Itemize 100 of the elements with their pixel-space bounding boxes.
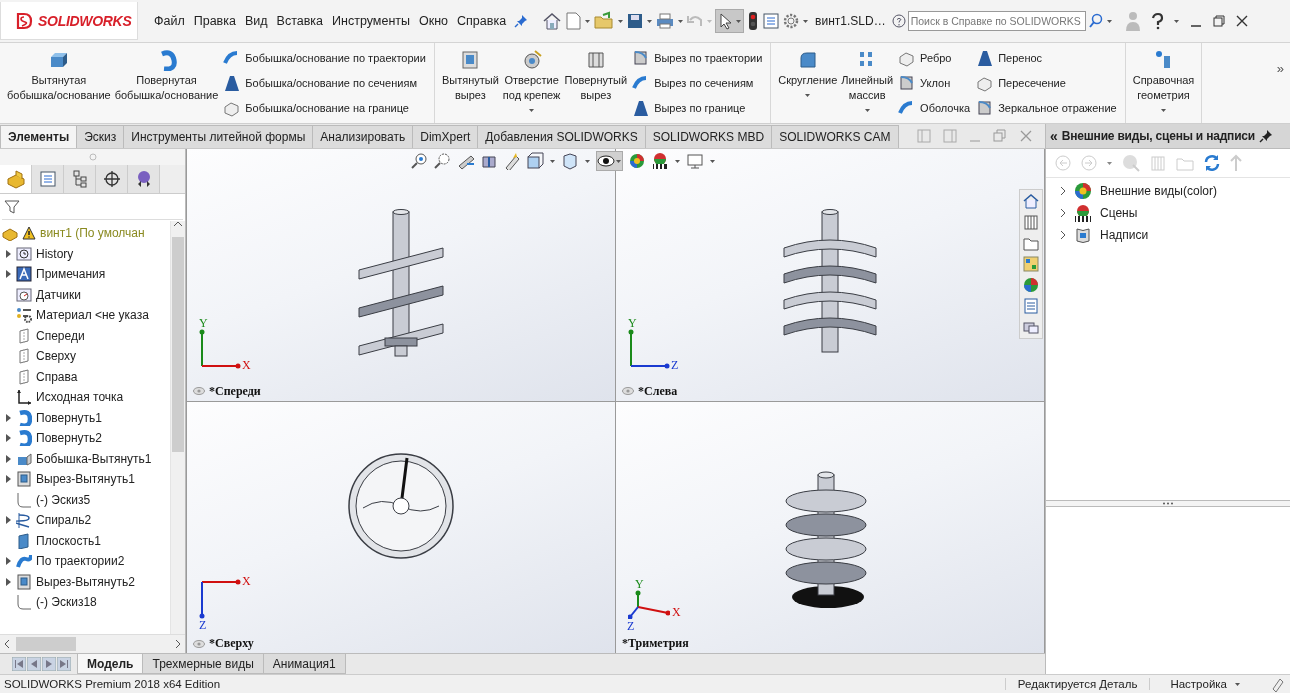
tab[interactable]: Анализировать: [312, 125, 414, 148]
ribbon-button[interactable]: Вырез по сечениям: [630, 73, 765, 93]
ribbon-button[interactable]: Зеркальное отражение: [974, 98, 1119, 119]
tab[interactable]: Анимация1: [262, 654, 346, 674]
overflow-button[interactable]: »: [1270, 43, 1290, 77]
ribbon-button[interactable]: Оболочка: [896, 98, 973, 119]
appearance-icon[interactable]: [628, 152, 646, 170]
eye-icon[interactable]: [193, 387, 205, 395]
feature-manager-tab[interactable]: [0, 165, 32, 193]
library-icon[interactable]: [1022, 213, 1040, 231]
gear-icon[interactable]: [782, 12, 801, 30]
help-circle-icon[interactable]: [891, 14, 906, 28]
tree-item[interactable]: Внешние виды(color): [1046, 180, 1290, 202]
help-icon[interactable]: [1149, 12, 1164, 30]
dynamic-annotation-icon[interactable]: [503, 152, 521, 170]
close-icon[interactable]: [1234, 14, 1249, 28]
ribbon-button[interactable]: Бобышка/основание по траектории: [221, 47, 428, 68]
tree-item[interactable]: Вырез-Вытянуть2: [0, 571, 170, 592]
display-manager-tab[interactable]: [128, 165, 160, 193]
tree-item[interactable]: (-) Эскиз18: [0, 592, 170, 613]
ribbon-button[interactable]: Уклон: [896, 73, 973, 93]
eye-icon[interactable]: [193, 639, 205, 648]
configuration-tab[interactable]: [64, 165, 96, 193]
settings-button[interactable]: Настройка: [1150, 678, 1270, 690]
tree-item[interactable]: Спираль2: [0, 510, 170, 531]
home-icon[interactable]: [542, 11, 563, 31]
tab[interactable]: Инструменты литейной формы: [123, 125, 314, 148]
folder-icon[interactable]: [593, 11, 616, 31]
tree-item[interactable]: Примечания: [0, 264, 170, 285]
tab[interactable]: SOLIDWORKS CAM: [771, 125, 899, 148]
view-pane[interactable]: Y Z *Слева: [616, 149, 1044, 401]
horizontal-scrollbar[interactable]: [0, 634, 185, 653]
tree-item[interactable]: Бобышка-Вытянуть1: [0, 448, 170, 469]
tab[interactable]: Элементы: [0, 125, 78, 148]
ribbon-button[interactable]: Отверстие под крепеж: [501, 45, 562, 121]
tree-item[interactable]: Материал <не указа: [0, 305, 170, 326]
search-field[interactable]: Поиск в Справке по SOLIDWORKS: [907, 11, 1086, 31]
menu-item[interactable]: Вид: [240, 11, 272, 31]
tree-root-item[interactable]: винт1 (По умолчан: [0, 223, 170, 244]
ribbon-button[interactable]: Вытянутая бобышка/основание: [6, 45, 112, 121]
last-icon[interactable]: [57, 657, 71, 671]
tree-item[interactable]: Вырез-Вытянуть1: [0, 469, 170, 490]
appearance-icon[interactable]: [1022, 276, 1040, 294]
ribbon-button[interactable]: Повернутая бобышка/основание: [113, 45, 220, 121]
display-style-icon[interactable]: [561, 152, 579, 170]
home-icon[interactable]: [1022, 192, 1040, 210]
ribbon-button[interactable]: Повернутый вырез: [563, 45, 629, 121]
ribbon-button[interactable]: Справочная геометрия: [1131, 45, 1196, 121]
tree-item[interactable]: Спереди: [0, 325, 170, 346]
monitor-icon[interactable]: [686, 152, 704, 170]
splitter-handle-icon[interactable]: [1162, 502, 1174, 505]
menu-item[interactable]: Вставка: [272, 11, 328, 31]
save-icon[interactable]: [626, 12, 645, 30]
tab[interactable]: Эскиз: [76, 125, 125, 148]
search-icon[interactable]: [1087, 13, 1104, 29]
handle-icon[interactable]: [88, 153, 97, 161]
ribbon-button[interactable]: Ребро: [896, 47, 973, 68]
logo-panel[interactable]: SOLIDWORKS: [0, 2, 138, 40]
tree-item[interactable]: Сцены: [1046, 202, 1290, 224]
refresh-icon[interactable]: [1203, 154, 1221, 172]
menu-item[interactable]: Справка: [453, 11, 511, 31]
tree-item[interactable]: Повернуть1: [0, 407, 170, 428]
view-orientation-icon[interactable]: [526, 152, 544, 170]
properties-icon[interactable]: [1022, 297, 1040, 315]
view-pane[interactable]: X Z *Сверху: [187, 401, 615, 653]
zoom-fit-icon[interactable]: [411, 152, 429, 170]
menu-item[interactable]: Правка: [189, 11, 240, 31]
view-pane[interactable]: Y X Z *Триметрия: [616, 401, 1044, 653]
tree-item[interactable]: Датчики: [0, 284, 170, 305]
property-manager-tab[interactable]: [32, 165, 64, 193]
tab[interactable]: DimXpert: [412, 125, 479, 148]
tree-item[interactable]: Надписи: [1046, 224, 1290, 246]
collapse-button[interactable]: «: [1050, 128, 1058, 144]
tree-item[interactable]: Плоскость1: [0, 530, 170, 551]
ribbon-button[interactable]: Вытянутый вырез: [440, 45, 500, 121]
first-icon[interactable]: [12, 657, 26, 671]
hide-show-button[interactable]: [596, 151, 623, 171]
vertical-scrollbar[interactable]: [170, 221, 185, 634]
restore-icon[interactable]: [1211, 14, 1226, 28]
tree-item[interactable]: По траектории2: [0, 551, 170, 572]
zoom-area-icon[interactable]: [434, 152, 452, 170]
tab[interactable]: Модель: [77, 654, 144, 674]
scene-icon[interactable]: [651, 152, 669, 170]
ribbon-button[interactable]: Пересечение: [974, 73, 1119, 93]
printer-icon[interactable]: [655, 12, 676, 30]
menu-item[interactable]: Инструменты: [328, 11, 414, 31]
ribbon-button[interactable]: Вырез по границе: [630, 98, 765, 119]
eye-icon[interactable]: [622, 387, 634, 395]
ribbon-button[interactable]: Скругление: [777, 45, 839, 121]
dimxpert-tab[interactable]: [96, 165, 128, 193]
ribbon-button[interactable]: Вырез по траектории: [630, 47, 765, 68]
tab[interactable]: Трехмерные виды: [142, 654, 264, 674]
ribbon-button[interactable]: Бобышка/основание на границе: [221, 98, 428, 119]
select-button[interactable]: [715, 9, 745, 33]
menu-item[interactable]: Окно: [415, 11, 453, 31]
ribbon-button[interactable]: Перенос: [974, 47, 1119, 68]
previous-icon[interactable]: [27, 657, 41, 671]
tree-item[interactable]: Повернуть2: [0, 428, 170, 449]
tree-item[interactable]: Сверху: [0, 346, 170, 367]
tree-item[interactable]: Справа: [0, 366, 170, 387]
